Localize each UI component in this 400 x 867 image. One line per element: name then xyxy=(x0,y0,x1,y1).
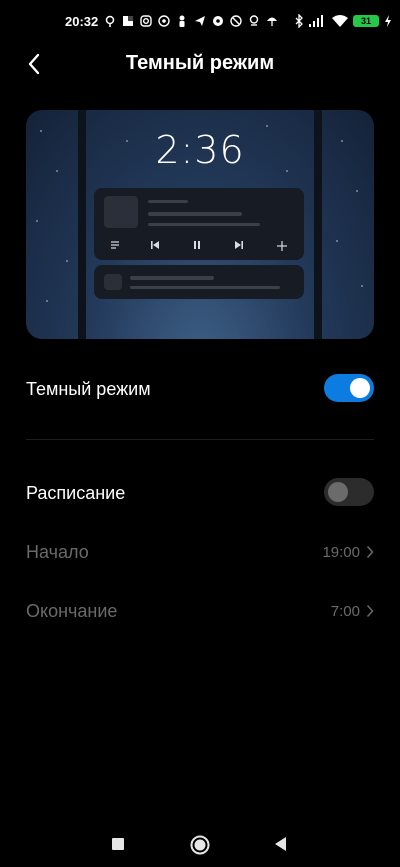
app-icon xyxy=(123,16,133,26)
preview-media-card xyxy=(94,188,304,260)
toggle-knob xyxy=(350,378,370,398)
wifi-icon xyxy=(332,15,348,27)
preview-plus-icon xyxy=(276,240,288,255)
status-bar: 20:32 31 xyxy=(0,0,400,40)
header: Темный режим xyxy=(0,40,400,90)
soccer-icon xyxy=(213,16,223,26)
bluetooth-icon xyxy=(295,14,303,28)
umbrella-icon xyxy=(267,17,277,26)
chevron-right-icon xyxy=(366,545,374,559)
dark-mode-toggle[interactable] xyxy=(324,374,374,402)
end-time-value: 7:00 xyxy=(330,603,360,620)
system-icons: 31 xyxy=(294,10,392,32)
signal-icon xyxy=(309,15,323,27)
back-nav-button[interactable] xyxy=(271,834,291,854)
status-time: 20:32 xyxy=(65,14,99,29)
battery-level: 31 xyxy=(360,16,371,26)
telegram-icon xyxy=(195,16,205,26)
start-time-label: Начало xyxy=(26,542,89,562)
battery-icon: 31 xyxy=(353,15,379,27)
schedule-row[interactable]: Расписание xyxy=(26,473,374,513)
dark-mode-row[interactable]: Темный режим xyxy=(26,369,374,409)
end-time-row[interactable]: Окончание 7:00 xyxy=(26,591,374,631)
home-button[interactable] xyxy=(189,834,210,855)
chevron-right-icon xyxy=(366,604,374,618)
page-title: Темный режим xyxy=(125,52,275,74)
toggle-knob xyxy=(328,482,348,502)
location-icon xyxy=(249,15,259,26)
dark-mode-preview: 2:36 xyxy=(26,110,374,339)
end-time-label: Окончание xyxy=(26,601,118,621)
preview-notification-card xyxy=(94,265,304,299)
start-time-value: 19:00 xyxy=(322,544,360,561)
preview-menu-icon xyxy=(110,240,120,253)
navigation-bar xyxy=(0,822,400,867)
notification-icons xyxy=(104,12,278,30)
preview-pause-icon xyxy=(192,240,202,253)
shield-icon xyxy=(230,15,242,27)
preview-thumb xyxy=(104,196,138,228)
preview-clock: 2:36 xyxy=(155,128,245,172)
instagram-icon xyxy=(140,15,152,27)
recent-apps-button[interactable] xyxy=(108,834,128,854)
schedule-label: Расписание xyxy=(26,483,126,503)
recent-apps-icon xyxy=(112,838,124,850)
preview-prev-icon xyxy=(150,240,160,253)
preview-next-icon xyxy=(234,240,244,253)
back-icon xyxy=(275,837,286,851)
dark-mode-label: Темный режим xyxy=(26,379,151,399)
schedule-toggle[interactable] xyxy=(324,478,374,506)
home-icon xyxy=(190,835,210,855)
start-time-row[interactable]: Начало 19:00 xyxy=(26,532,374,572)
preview-notification-thumb xyxy=(104,274,122,290)
location-pin-icon xyxy=(105,15,115,27)
divider xyxy=(26,439,374,440)
podcast-icon xyxy=(158,15,170,27)
person-icon xyxy=(179,15,185,27)
charging-icon xyxy=(385,15,391,27)
